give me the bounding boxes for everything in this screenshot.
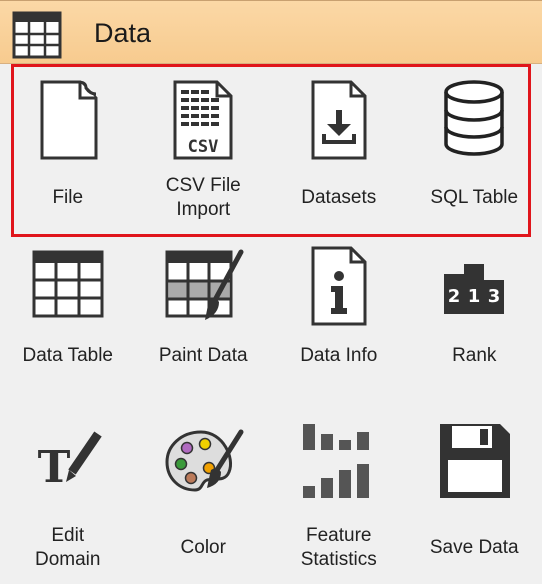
svg-text:2: 2: [448, 286, 461, 307]
color-palette-icon: [161, 420, 245, 504]
widget-rank[interactable]: 2 1 3 Rank: [407, 234, 542, 404]
widget-label: Edit Domain: [35, 525, 101, 570]
widget-paint-data[interactable]: Paint Data: [136, 234, 272, 404]
info-document-icon: [297, 244, 381, 328]
svg-text:T: T: [37, 442, 70, 493]
paint-data-icon: [161, 244, 245, 328]
widget-label: Rank: [452, 345, 497, 366]
widget-label: Color: [180, 537, 226, 558]
widget-color[interactable]: Color: [136, 404, 272, 574]
widget-save-data[interactable]: Save Data: [407, 404, 542, 574]
data-table-icon: [12, 11, 62, 59]
widget-label: Save Data: [429, 537, 519, 558]
widget-data-info[interactable]: Data Info: [271, 234, 407, 404]
edit-domain-icon: T: [26, 420, 110, 504]
widget-data-table[interactable]: Data Table: [0, 234, 136, 404]
category-title: Data: [94, 18, 152, 48]
podium-rank-icon: 2 1 3: [432, 244, 516, 328]
widget-feature-statistics[interactable]: Feature Statistics: [271, 404, 407, 574]
widget-edit-domain[interactable]: T Edit Domain: [0, 404, 136, 574]
feature-statistics-icon: [297, 420, 381, 504]
svg-text:3: 3: [488, 286, 501, 307]
floppy-disk-icon: [432, 420, 516, 504]
svg-text:1: 1: [468, 286, 481, 307]
data-table-icon: [26, 244, 110, 328]
category-header[interactable]: Data: [0, 0, 542, 64]
selection-highlight: [11, 64, 531, 237]
widget-label: Data Table: [22, 345, 114, 366]
widget-label: Data Info: [300, 345, 378, 366]
widget-label: Paint Data: [158, 345, 248, 366]
widget-label: Feature Statistics: [300, 525, 377, 570]
